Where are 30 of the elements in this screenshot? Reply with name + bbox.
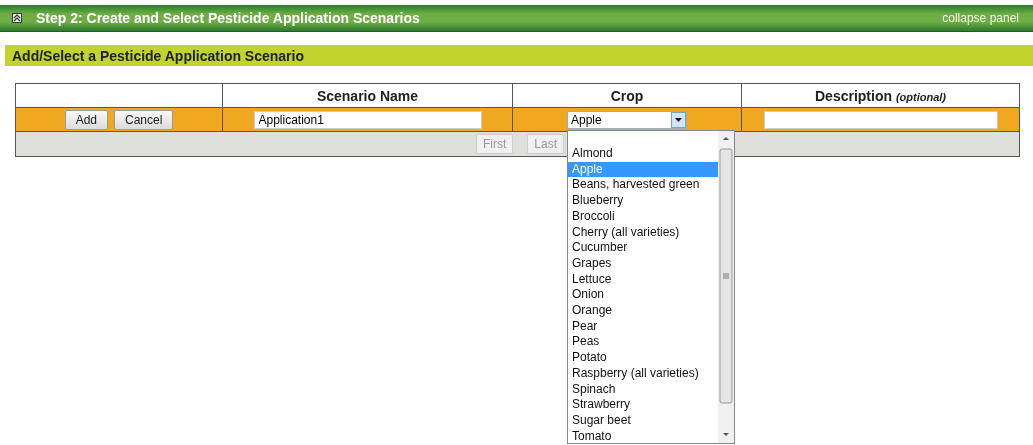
dropdown-option[interactable]: Cherry (all varieties) (568, 224, 718, 241)
dropdown-option[interactable]: Strawberry (568, 397, 718, 413)
panel-title: Step 2: Create and Select Pesticide Application Scenarios (36, 10, 420, 26)
crop-select[interactable]: Apple (567, 111, 687, 129)
dropdown-option[interactable]: Raspberry (all varieties) (568, 365, 718, 382)
dropdown-option[interactable]: Spinach (568, 381, 718, 398)
column-header: Description (optional) (815, 87, 946, 104)
scrollbar[interactable] (718, 131, 734, 443)
dropdown-option[interactable]: Cucumber (568, 240, 718, 256)
dropdown-option[interactable]: Blueberry (568, 193, 718, 209)
dropdown-option[interactable]: Potato (568, 350, 718, 366)
dropdown-option[interactable]: Peas (568, 334, 718, 351)
collapse-icon[interactable] (12, 13, 22, 23)
section-title: Add/Select a Pesticide Application Scenario (12, 47, 304, 64)
dropdown-option[interactable]: Beans, harvested green (568, 177, 718, 194)
dropdown-option[interactable]: Pear (568, 318, 718, 335)
cancel-button[interactable]: Cancel (114, 109, 174, 130)
column-header: Scenario Name (316, 87, 419, 104)
dropdown-option[interactable]: Tomato (568, 428, 718, 445)
dropdown-option[interactable]: Almond (568, 146, 718, 162)
scenario-name-field[interactable]: Application1 (253, 111, 482, 129)
dropdown-option[interactable]: Grapes (568, 255, 718, 272)
dropdown-option[interactable]: Sugar beet (568, 412, 718, 429)
dropdown-option[interactable]: Orange (568, 303, 718, 319)
description-field[interactable] (763, 111, 998, 129)
dropdown-option[interactable]: Onion (568, 287, 718, 304)
dropdown-option[interactable]: Broccoli (568, 208, 718, 225)
dropdown-option[interactable]: Lettuce (568, 271, 718, 288)
add-button[interactable]: Add (64, 109, 108, 130)
column-header: Crop (610, 87, 644, 104)
